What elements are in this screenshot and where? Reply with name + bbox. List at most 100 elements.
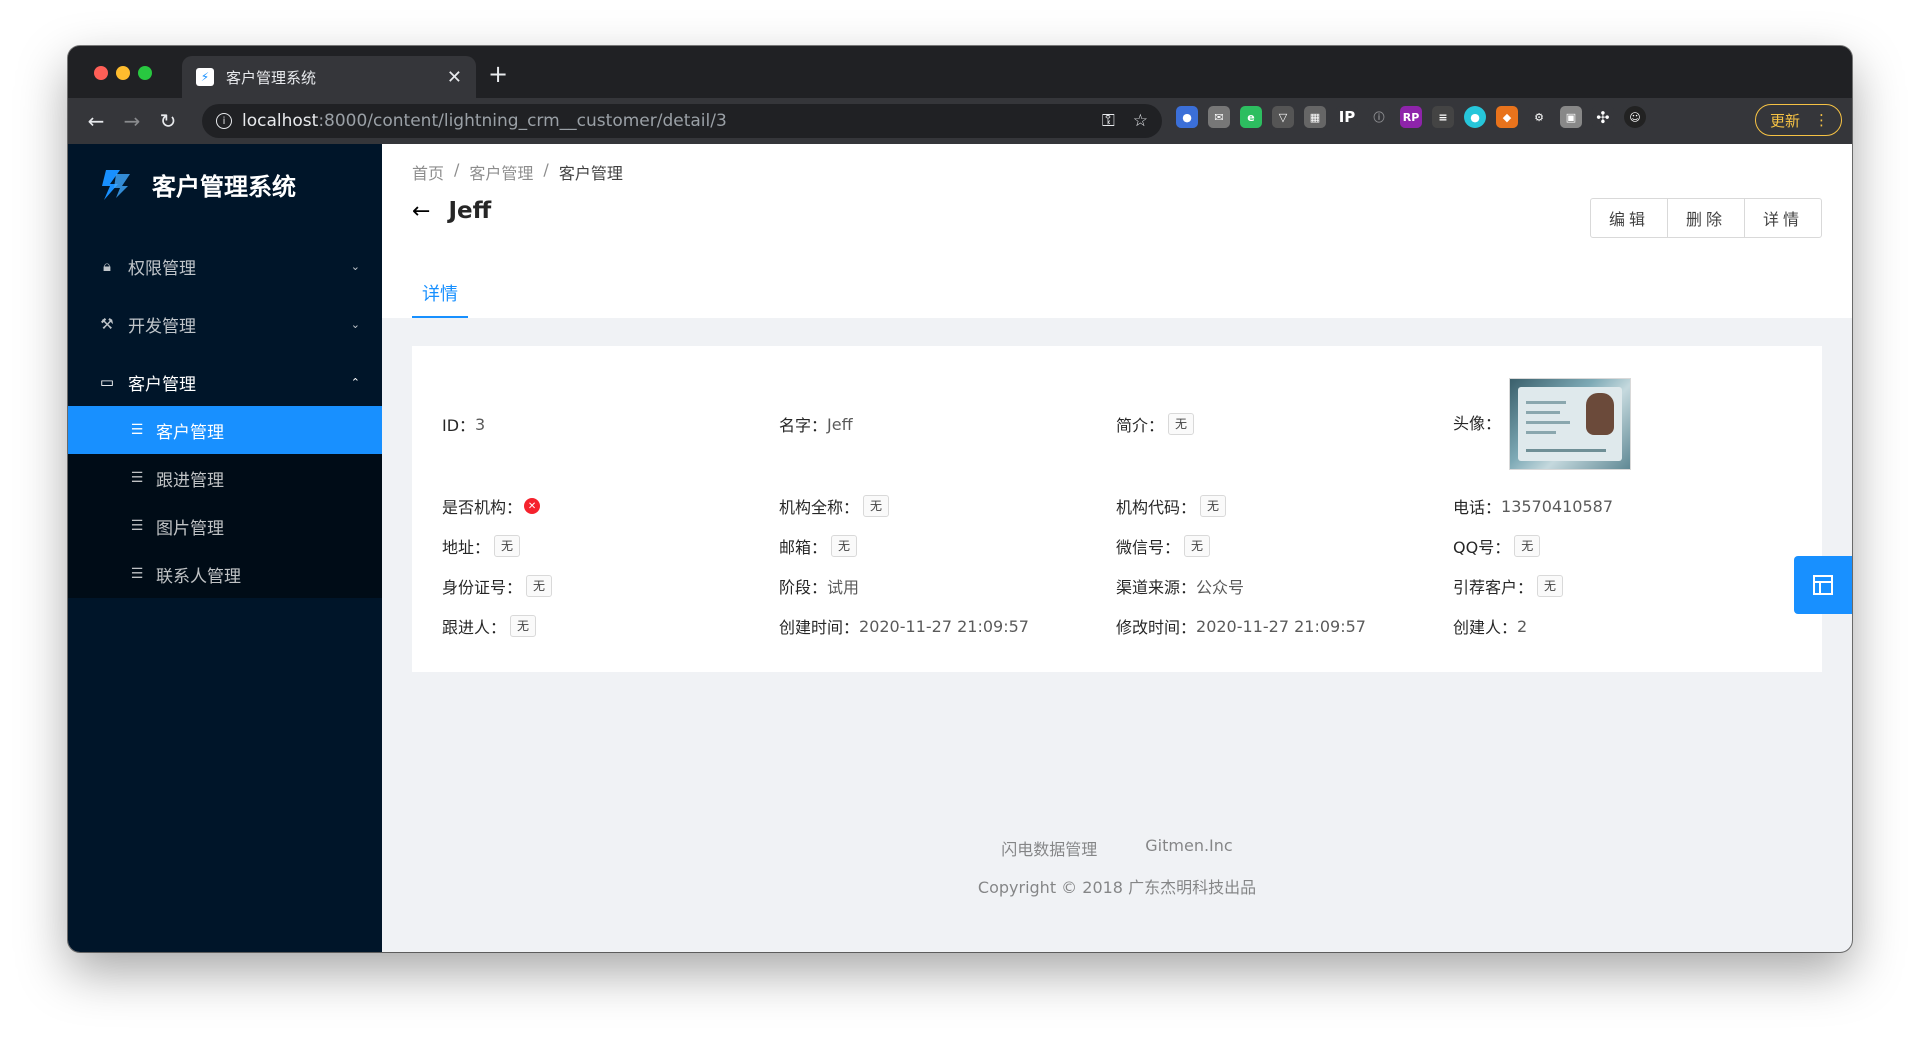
field-intro: 简介： 无 (1116, 412, 1453, 436)
extension-9-icon[interactable]: ● (1464, 106, 1486, 128)
field-is-organization: 是否机构： ✕ (442, 494, 779, 518)
field-name: 名字： Jeff (779, 414, 853, 436)
lightning-favicon-icon: ⚡ (196, 68, 214, 86)
app-layout: 客户管理系统 🔒︎ 权限管理 ⌄ ⚒ 开发管理 ⌄ ▭ 客户管理 ⌃ ☰ 客户管… (68, 144, 1852, 952)
customer-submenu: ☰ 客户管理 ☰ 跟进管理 ☰ 图片管理 ☰ 联系人管理 (68, 406, 382, 598)
rp-extension-icon[interactable]: RP (1400, 106, 1422, 128)
breadcrumb-current: 客户管理 (558, 164, 623, 183)
layout-icon (1813, 575, 1833, 595)
detail-row: ID： 3 名字： Jeff 简介： 无 头像： (442, 374, 1792, 474)
chevron-down-icon: ⌄ (350, 317, 360, 331)
sidebar-subitem-image-management[interactable]: ☰ 图片管理 (68, 502, 382, 550)
empty-tag: 无 (526, 575, 553, 597)
browser-toolbar: ← → ↻ i localhost:8000/content/lightning… (68, 98, 1852, 144)
new-tab-button[interactable]: + (488, 60, 508, 88)
page-tabs: 详情 (412, 280, 468, 318)
back-arrow-icon[interactable]: ← (412, 199, 430, 224)
gear-extension-icon[interactable]: ⚙ (1528, 106, 1550, 128)
list-icon: ☰ (130, 422, 144, 438)
page-title: Jeff (448, 198, 492, 224)
url-text[interactable]: localhost:8000/content/lightning_crm__cu… (242, 111, 1084, 131)
info-extension-icon[interactable]: ⓘ (1368, 106, 1390, 128)
tool-icon: ⚒ (100, 315, 114, 333)
browser-tab[interactable]: ⚡ 客户管理系统 ✕ (182, 56, 476, 98)
site-info-icon[interactable]: i (216, 113, 232, 129)
key-icon[interactable]: ⚿ (1102, 111, 1115, 131)
detail-button[interactable]: 详情 (1743, 198, 1822, 238)
qr-extension-icon[interactable]: ▦ (1304, 106, 1326, 128)
app-logo[interactable]: 客户管理系统 (68, 144, 382, 224)
empty-tag: 无 (1184, 535, 1211, 557)
sidebar-subitem-label: 跟进管理 (156, 470, 224, 491)
empty-tag: 无 (1514, 535, 1541, 557)
empty-tag: 无 (1168, 413, 1195, 435)
sidebar-item-development[interactable]: ⚒ 开发管理 ⌄ (68, 300, 382, 348)
field-wechat: 微信号： 无 (1116, 534, 1453, 558)
delete-button[interactable]: 删除 (1666, 198, 1745, 238)
maximize-window-button[interactable] (138, 66, 152, 80)
page-header: 首页 / 客户管理 / 客户管理 ← Jeff 编辑 删除 详情 详情 (382, 144, 1852, 318)
list-icon: ☰ (130, 518, 144, 534)
sidebar-subitem-label: 客户管理 (156, 422, 224, 443)
mail-extension-icon[interactable]: ✉ (1208, 106, 1230, 128)
bookmark-star-icon[interactable]: ☆ (1133, 111, 1148, 131)
pocket-extension-icon[interactable]: ▽ (1272, 106, 1294, 128)
browser-update-button[interactable]: 更新 ⋮ (1754, 104, 1842, 136)
empty-tag: 无 (1537, 575, 1564, 597)
breadcrumb-separator: / (543, 160, 549, 179)
extension-12-icon[interactable]: ▣ (1560, 106, 1582, 128)
field-address: 地址： 无 (442, 534, 779, 558)
browser-window: ⚡ 客户管理系统 ✕ + ← → ↻ i localhost:8000/cont… (68, 46, 1852, 952)
footer-copyright: Copyright © 2018 广东杰明科技出品 (977, 878, 1257, 897)
layout-settings-button[interactable] (1794, 556, 1852, 614)
field-qq: QQ号： 无 (1453, 534, 1790, 558)
evernote-extension-icon[interactable]: e (1240, 106, 1262, 128)
browser-tab-title: 客户管理系统 (226, 68, 317, 87)
empty-tag: 无 (1200, 495, 1227, 517)
footer: 闪电数据管理 Gitmen.Inc Copyright © 2018 广东杰明科… (382, 836, 1852, 898)
breadcrumb-home[interactable]: 首页 (412, 160, 444, 184)
field-avatar: 头像： (1453, 378, 1790, 470)
metamask-extension-icon[interactable]: ◆ (1496, 106, 1518, 128)
list-icon: ☰ (130, 566, 144, 582)
extension-8-icon[interactable]: ≡ (1432, 106, 1454, 128)
empty-tag: 无 (863, 495, 890, 517)
profile-avatar[interactable]: ☺ (1624, 106, 1646, 128)
detail-row: 跟进人： 无 创建时间： 2020-11-27 21:09:57 修改时间： 2… (442, 606, 1792, 646)
field-created-at: 创建时间： 2020-11-27 21:09:57 (779, 616, 1029, 638)
sidebar-subitem-followup-management[interactable]: ☰ 跟进管理 (68, 454, 382, 502)
more-vertical-icon: ⋮ (1814, 111, 1829, 129)
sidebar-subitem-customer-management[interactable]: ☰ 客户管理 (68, 406, 382, 454)
reload-button[interactable]: ↻ (150, 109, 186, 133)
app-name: 客户管理系统 (152, 172, 296, 201)
extension-1-icon[interactable]: ● (1176, 106, 1198, 128)
sidebar-item-label: 开发管理 (128, 316, 196, 337)
field-follower: 跟进人： 无 (442, 614, 779, 638)
tab-close-icon[interactable]: ✕ (447, 67, 462, 88)
tab-details[interactable]: 详情 (412, 280, 468, 318)
close-window-button[interactable] (94, 66, 108, 80)
close-circle-icon: ✕ (524, 498, 541, 514)
minimize-window-button[interactable] (116, 66, 130, 80)
browser-tabbar: ⚡ 客户管理系统 ✕ + (68, 46, 1852, 98)
field-stage: 阶段： 试用 (779, 578, 860, 597)
sidebar-item-permissions[interactable]: 🔒︎ 权限管理 ⌄ (68, 242, 382, 290)
chevron-up-icon: ⌃ (350, 375, 360, 389)
avatar-image[interactable] (1509, 378, 1632, 470)
sidebar-subitem-contact-management[interactable]: ☰ 联系人管理 (68, 550, 382, 598)
puzzle-icon[interactable]: ✣ (1592, 106, 1614, 128)
footer-link-lightning[interactable]: 闪电数据管理 (1001, 836, 1097, 860)
forward-button[interactable]: → (114, 109, 150, 133)
field-phone: 电话： 13570410587 (1453, 496, 1613, 518)
edit-button[interactable]: 编辑 (1589, 198, 1668, 238)
ip-extension-icon[interactable]: IP (1336, 106, 1358, 128)
back-button[interactable]: ← (78, 109, 114, 133)
field-email: 邮箱： 无 (779, 534, 1116, 558)
address-bar[interactable]: i localhost:8000/content/lightning_crm__… (202, 104, 1162, 138)
breadcrumb-customer-module[interactable]: 客户管理 (469, 160, 533, 184)
footer-link-gitmen[interactable]: Gitmen.Inc (1145, 836, 1232, 860)
action-button-group: 编辑 删除 详情 (1589, 198, 1822, 238)
empty-tag: 无 (510, 615, 537, 637)
field-org-fullname: 机构全称： 无 (779, 494, 1116, 518)
sidebar-item-customers[interactable]: ▭ 客户管理 ⌃ (68, 358, 382, 406)
